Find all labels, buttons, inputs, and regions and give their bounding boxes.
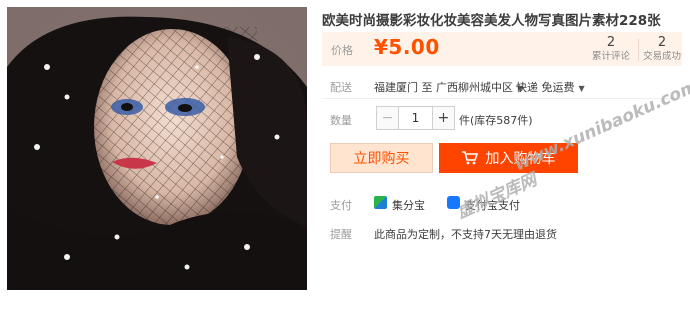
- shipping-label: 配送: [330, 81, 352, 94]
- price-label: 价格: [331, 44, 353, 57]
- jifenbao-icon: [374, 196, 387, 209]
- shipping-route-text: 福建厦门 至 广西柳州城中区: [374, 81, 513, 94]
- sales-label: 交易成功: [642, 51, 681, 62]
- sales-count: 2: [657, 35, 667, 50]
- stat-divider: [638, 39, 639, 61]
- reviews-stat[interactable]: 2 累计评论: [591, 35, 631, 63]
- payment-option-jifenbao: 集分宝: [392, 199, 425, 212]
- product-title: 欧美时尚摄影彩妆化妆美容美发人物写真图片素材228张: [322, 13, 661, 29]
- sales-stat: 2 交易成功: [642, 35, 682, 63]
- product-image[interactable]: [7, 7, 307, 290]
- divider: [322, 98, 682, 99]
- reviews-count: 2: [606, 35, 616, 50]
- price-value: ¥5.00: [374, 35, 440, 59]
- notice-text: 此商品为定制，不支持7天无理由退货: [374, 228, 557, 241]
- chevron-down-icon: ▼: [578, 84, 585, 93]
- stock-text: 件(库存587件): [459, 114, 533, 127]
- watermark-cn: 虚拟宝库网: [454, 169, 540, 223]
- cart-icon: [461, 151, 478, 165]
- price-panel: 价格 ¥5.00 2 累计评论 2 交易成功: [322, 32, 682, 66]
- payment-label: 支付: [330, 199, 352, 212]
- reviews-label: 累计评论: [591, 51, 630, 62]
- shipping-route[interactable]: 福建厦门 至 广西柳州城中区 ▼: [374, 79, 523, 95]
- shipping-method-text: 快递 免运费: [516, 81, 575, 94]
- quantity-increase-button[interactable]: +: [432, 107, 454, 129]
- quantity-decrease-button[interactable]: −: [377, 107, 399, 129]
- quantity-label: 数量: [330, 114, 352, 127]
- quantity-stepper: − 1 +: [376, 106, 455, 130]
- shipping-method[interactable]: 快递 免运费 ▼: [516, 79, 585, 95]
- quantity-input[interactable]: 1: [399, 107, 432, 129]
- notice-label: 提醒: [330, 228, 352, 241]
- buy-now-button[interactable]: 立即购买: [330, 143, 433, 173]
